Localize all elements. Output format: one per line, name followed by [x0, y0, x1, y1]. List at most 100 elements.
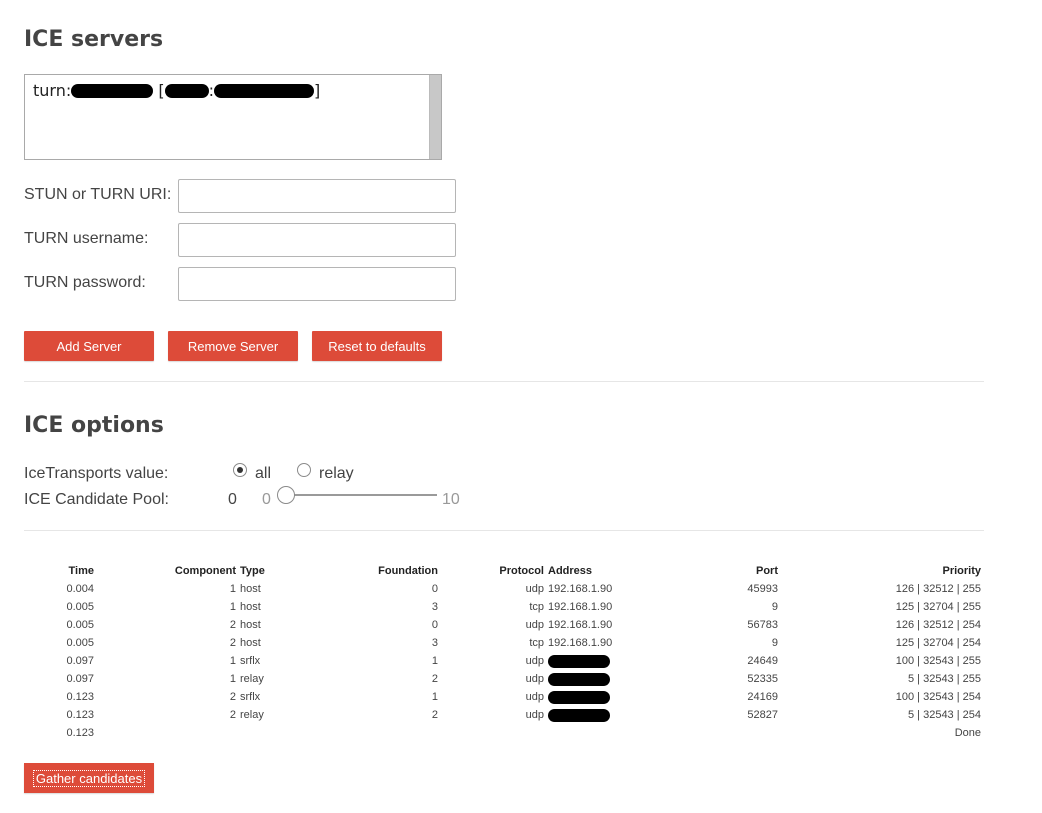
cell-type: host: [240, 583, 261, 595]
candidate-pool-label: ICE Candidate Pool:: [24, 491, 169, 508]
cell-component: 2: [229, 709, 236, 721]
cell-time: 0.123: [66, 691, 94, 703]
candidate-pool-slider-thumb[interactable]: [277, 486, 295, 504]
cell-port: 24169: [747, 691, 778, 703]
cell-foundation: 2: [431, 709, 438, 721]
cell-time: 0.097: [66, 655, 94, 667]
username-label: TURN username:: [24, 230, 149, 247]
cell-priority: 100 | 32543 | 255: [895, 655, 981, 667]
cell-priority: 100 | 32543 | 254: [895, 691, 981, 703]
cell-foundation: 0: [431, 583, 438, 595]
ice-servers-listbox[interactable]: turn: [:]: [24, 74, 442, 160]
gather-candidates-button[interactable]: Gather candidates: [24, 763, 154, 793]
cell-type: relay: [240, 673, 264, 685]
server-uri-prefix: turn:: [33, 81, 72, 100]
transport-relay-radio[interactable]: [297, 463, 311, 477]
uri-input[interactable]: [178, 179, 456, 213]
cell-type: srflx: [240, 691, 261, 703]
candidate-pool-slider-track[interactable]: [286, 494, 437, 496]
cell-component: 1: [229, 601, 236, 613]
header-time: Time: [68, 565, 94, 577]
cell-component: 2: [229, 619, 236, 631]
header-foundation: Foundation: [378, 565, 438, 577]
add-server-button[interactable]: Add Server: [24, 331, 154, 361]
cell-address: [548, 691, 628, 704]
cell-time: 0.005: [66, 619, 94, 631]
done-label: Done: [954, 727, 981, 739]
header-protocol: Protocol: [499, 565, 544, 577]
cell-type: host: [240, 637, 261, 649]
cell-priority: 126 | 32512 | 255: [895, 583, 981, 595]
cell-foundation: 2: [431, 673, 438, 685]
cell-port: 45993: [747, 583, 778, 595]
cell-port: 24649: [747, 655, 778, 667]
cell-protocol: tcp: [529, 601, 544, 613]
header-priority: Priority: [942, 565, 981, 577]
cell-foundation: 1: [431, 655, 438, 667]
cell-protocol: udp: [525, 655, 544, 667]
ice-options-heading: ICE options: [24, 413, 164, 438]
cell-address: 192.168.1.90: [548, 637, 613, 649]
redacted-credential: [213, 84, 314, 98]
transport-all-label: all: [255, 465, 272, 482]
cell-address: [548, 709, 628, 722]
username-input[interactable]: [178, 223, 456, 257]
redacted-host: [71, 84, 154, 98]
cell-component: 2: [229, 637, 236, 649]
ice-transports-label: IceTransports value:: [24, 465, 169, 482]
cell-port: 52827: [747, 709, 778, 721]
ice-servers-heading: ICE servers: [24, 27, 164, 52]
password-input[interactable]: [178, 267, 456, 301]
bracket-open: [: [158, 81, 165, 100]
cell-protocol: udp: [525, 709, 544, 721]
cell-time: 0.005: [66, 637, 94, 649]
cell-time: 0.005: [66, 601, 94, 613]
cell-foundation: 1: [431, 691, 438, 703]
redacted-address: [548, 709, 610, 722]
cell-priority: 5 | 32543 | 254: [908, 709, 981, 721]
cell-time: 0.123: [66, 709, 94, 721]
cell-time: 0.004: [66, 583, 94, 595]
cell-address: 192.168.1.90: [548, 583, 613, 595]
slider-min-label: 0: [262, 491, 271, 508]
cell-protocol: udp: [525, 673, 544, 685]
listbox-scrollbar[interactable]: [429, 75, 441, 159]
cell-priority: 125 | 32704 | 255: [895, 601, 981, 613]
uri-label: STUN or TURN URI:: [24, 186, 172, 203]
bracket-close: ]: [313, 81, 321, 100]
cell-address: 192.168.1.90: [548, 619, 613, 631]
cell-protocol: tcp: [529, 637, 544, 649]
candidates-table: Time Component Type Foundation Protocol …: [0, 565, 1042, 745]
divider: [24, 530, 984, 531]
transport-relay-label: relay: [319, 465, 354, 482]
cell-address: [548, 673, 628, 686]
cell-component: 1: [229, 655, 236, 667]
reset-defaults-button[interactable]: Reset to defaults: [312, 331, 442, 361]
cell-type: relay: [240, 709, 264, 721]
cell-foundation: 3: [431, 601, 438, 613]
candidate-pool-value: 0: [228, 491, 237, 508]
divider: [24, 381, 984, 382]
remove-server-button[interactable]: Remove Server: [168, 331, 298, 361]
transport-all-radio[interactable]: [233, 463, 247, 477]
server-list-item[interactable]: turn: [:]: [33, 81, 320, 100]
cell-priority: 5 | 32543 | 255: [908, 673, 981, 685]
cell-component: 1: [229, 583, 236, 595]
cell-port: 56783: [747, 619, 778, 631]
header-component: Component: [174, 565, 236, 577]
header-address: Address: [548, 565, 593, 577]
header-port: Port: [756, 565, 778, 577]
cell-protocol: udp: [525, 583, 544, 595]
redacted-username: [164, 84, 209, 98]
redacted-address: [548, 691, 610, 704]
cell-type: host: [240, 601, 261, 613]
cell-port: 9: [771, 637, 778, 649]
cell-address: 192.168.1.90: [548, 601, 613, 613]
cell-time: 0.097: [66, 673, 94, 685]
cell-component: 2: [229, 691, 236, 703]
cell-foundation: 0: [431, 619, 438, 631]
cell-priority: 125 | 32704 | 254: [895, 637, 981, 649]
cell-component: 1: [229, 673, 236, 685]
cell-address: [548, 655, 628, 668]
cell-foundation: 3: [431, 637, 438, 649]
